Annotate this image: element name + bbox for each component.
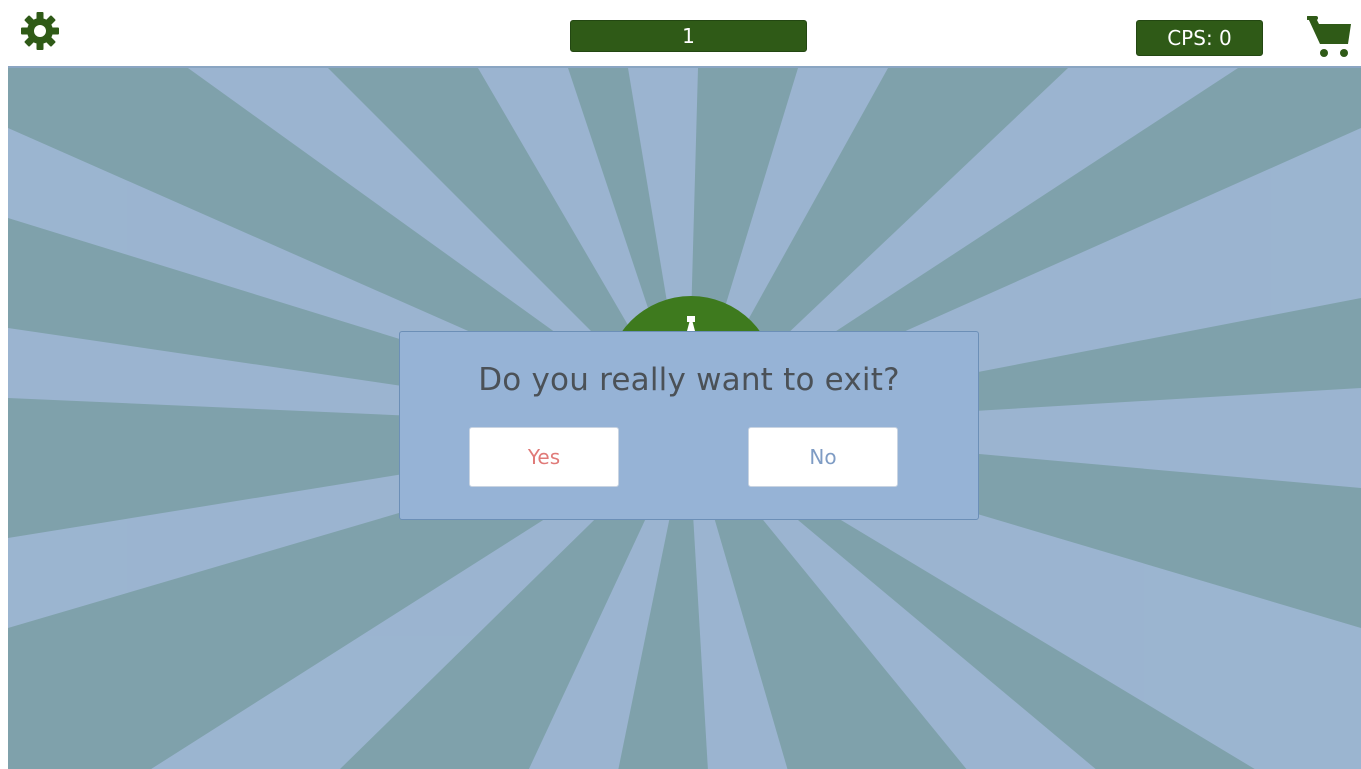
- cart-icon: [1307, 16, 1351, 57]
- top-bar: 1 CPS: 0: [0, 0, 1361, 66]
- cps-display: CPS: 0: [1136, 20, 1263, 56]
- shop-cart-button[interactable]: [1307, 14, 1353, 60]
- no-button[interactable]: No: [748, 427, 898, 487]
- exit-confirm-dialog: Do you really want to exit? Yes No: [399, 331, 979, 520]
- gear-icon: [21, 12, 59, 50]
- score-display: 1: [570, 20, 807, 52]
- game-screen: 1 CPS: 0 Do you really want to exit? Yes…: [0, 0, 1361, 769]
- yes-button[interactable]: Yes: [469, 427, 619, 487]
- dialog-title: Do you really want to exit?: [478, 362, 900, 398]
- settings-button[interactable]: [20, 11, 60, 51]
